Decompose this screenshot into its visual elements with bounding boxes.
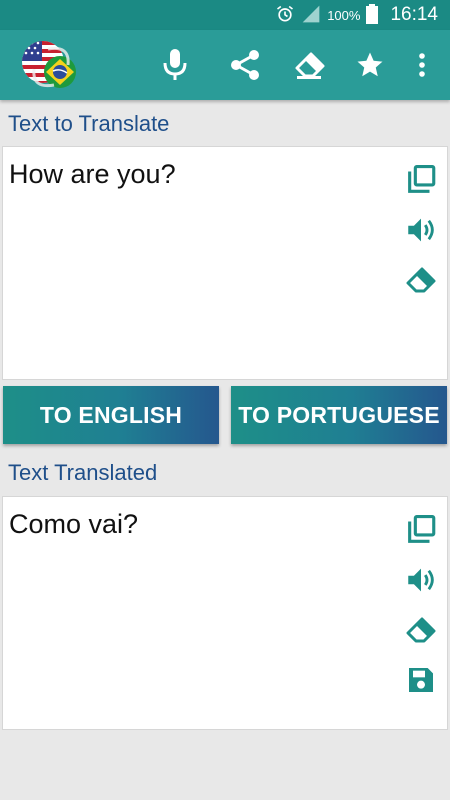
us-brazil-flags-logo <box>18 35 80 97</box>
result-label: Text Translated <box>8 460 158 485</box>
save-icon[interactable] <box>401 660 441 700</box>
clock: 16:14 <box>390 4 438 25</box>
status-bar: 100% 16:14 <box>0 0 450 30</box>
result-panel: Como vai? <box>2 496 448 730</box>
app-bar <box>0 30 450 100</box>
source-text[interactable]: How are you? <box>9 159 176 190</box>
speaker-icon[interactable] <box>401 560 441 600</box>
copy-icon[interactable] <box>401 510 441 550</box>
signal-icon <box>301 4 321 27</box>
eraser-icon[interactable] <box>401 260 441 300</box>
to-portuguese-button[interactable]: TO PORTUGUESE <box>231 386 447 444</box>
copy-icon[interactable] <box>401 160 441 200</box>
speaker-icon[interactable] <box>401 210 441 250</box>
more-vert-icon[interactable] <box>404 47 440 83</box>
result-text[interactable]: Como vai? <box>9 509 138 540</box>
source-label: Text to Translate <box>8 111 170 136</box>
star-icon[interactable] <box>352 47 388 83</box>
battery-icon <box>366 3 379 27</box>
eraser-icon[interactable] <box>292 47 328 83</box>
to-english-button[interactable]: TO ENGLISH <box>3 386 219 444</box>
eraser-icon[interactable] <box>401 610 441 650</box>
microphone-icon[interactable] <box>157 47 193 83</box>
source-panel: How are you? <box>2 146 448 380</box>
alarm-icon <box>275 4 295 27</box>
share-icon[interactable] <box>227 47 263 83</box>
battery-percent: 100% <box>327 7 361 23</box>
